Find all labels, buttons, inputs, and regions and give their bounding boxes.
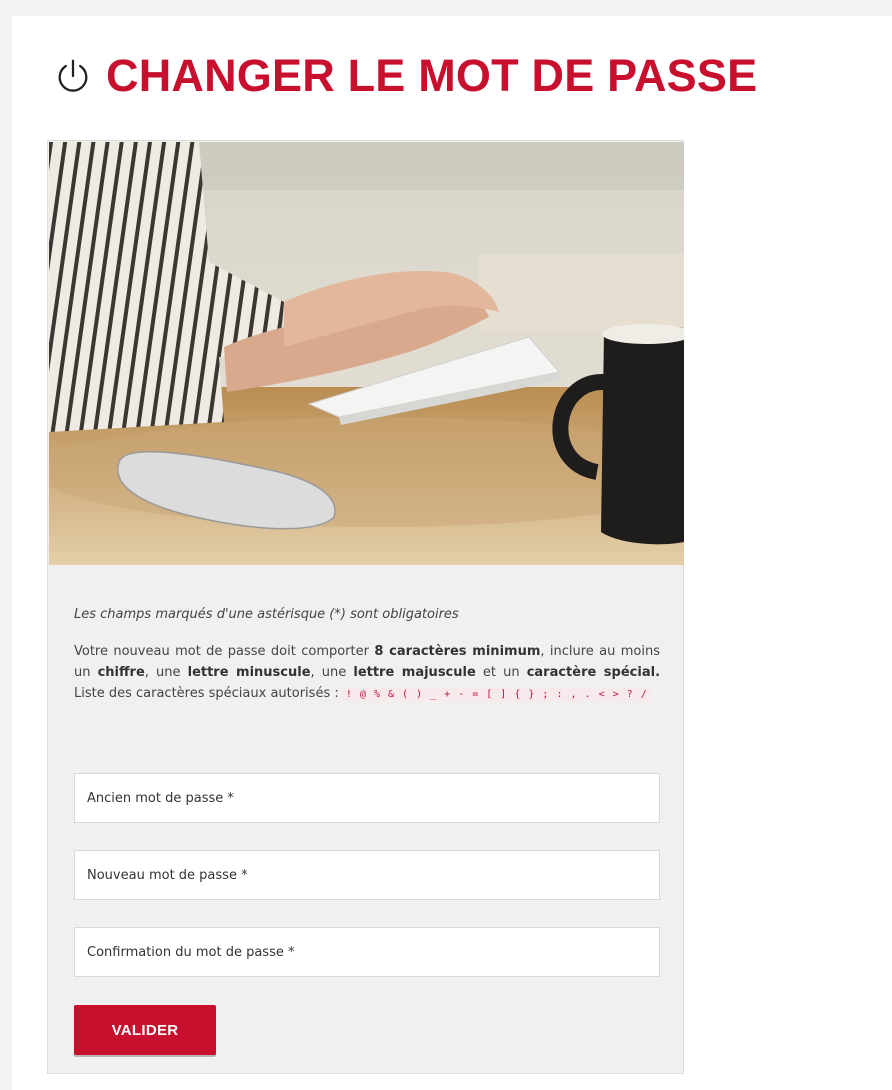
confirm-password-field[interactable]: Confirmation du mot de passe * (74, 927, 660, 977)
new-password-field[interactable]: Nouveau mot de passe * (74, 850, 660, 900)
rule-lowercase: lettre minuscule (187, 665, 311, 680)
page-title: CHANGER LE MOT DE PASSE (106, 50, 758, 101)
old-password-field[interactable]: Ancien mot de passe * (74, 773, 660, 823)
rule-special: caractère spécial. (526, 665, 661, 680)
rule-uppercase: lettre majuscule (353, 665, 476, 680)
rule-digit: chiffre (97, 665, 145, 680)
password-rules: Votre nouveau mot de passe doit comporte… (74, 644, 661, 701)
form-instructions: Les champs marqués d'une astérisque (*) … (74, 607, 660, 705)
required-fields-note: Les champs marqués d'une astérisque (*) … (74, 607, 459, 622)
rule-length: 8 caractères minimum (374, 644, 541, 659)
hero-photo (49, 142, 684, 565)
submit-button[interactable]: VALIDER (74, 1005, 216, 1055)
page-header: CHANGER LE MOT DE PASSE (54, 46, 757, 106)
special-chars-list: ! @ % & ( ) _ + - = [ ] { } ; : , . < > … (342, 688, 651, 701)
power-icon (58, 59, 88, 92)
page: CHANGER LE MOT DE PASSE Les champs marqu… (12, 16, 892, 1090)
password-card: Les champs marqués d'une astérisque (*) … (47, 140, 684, 1074)
